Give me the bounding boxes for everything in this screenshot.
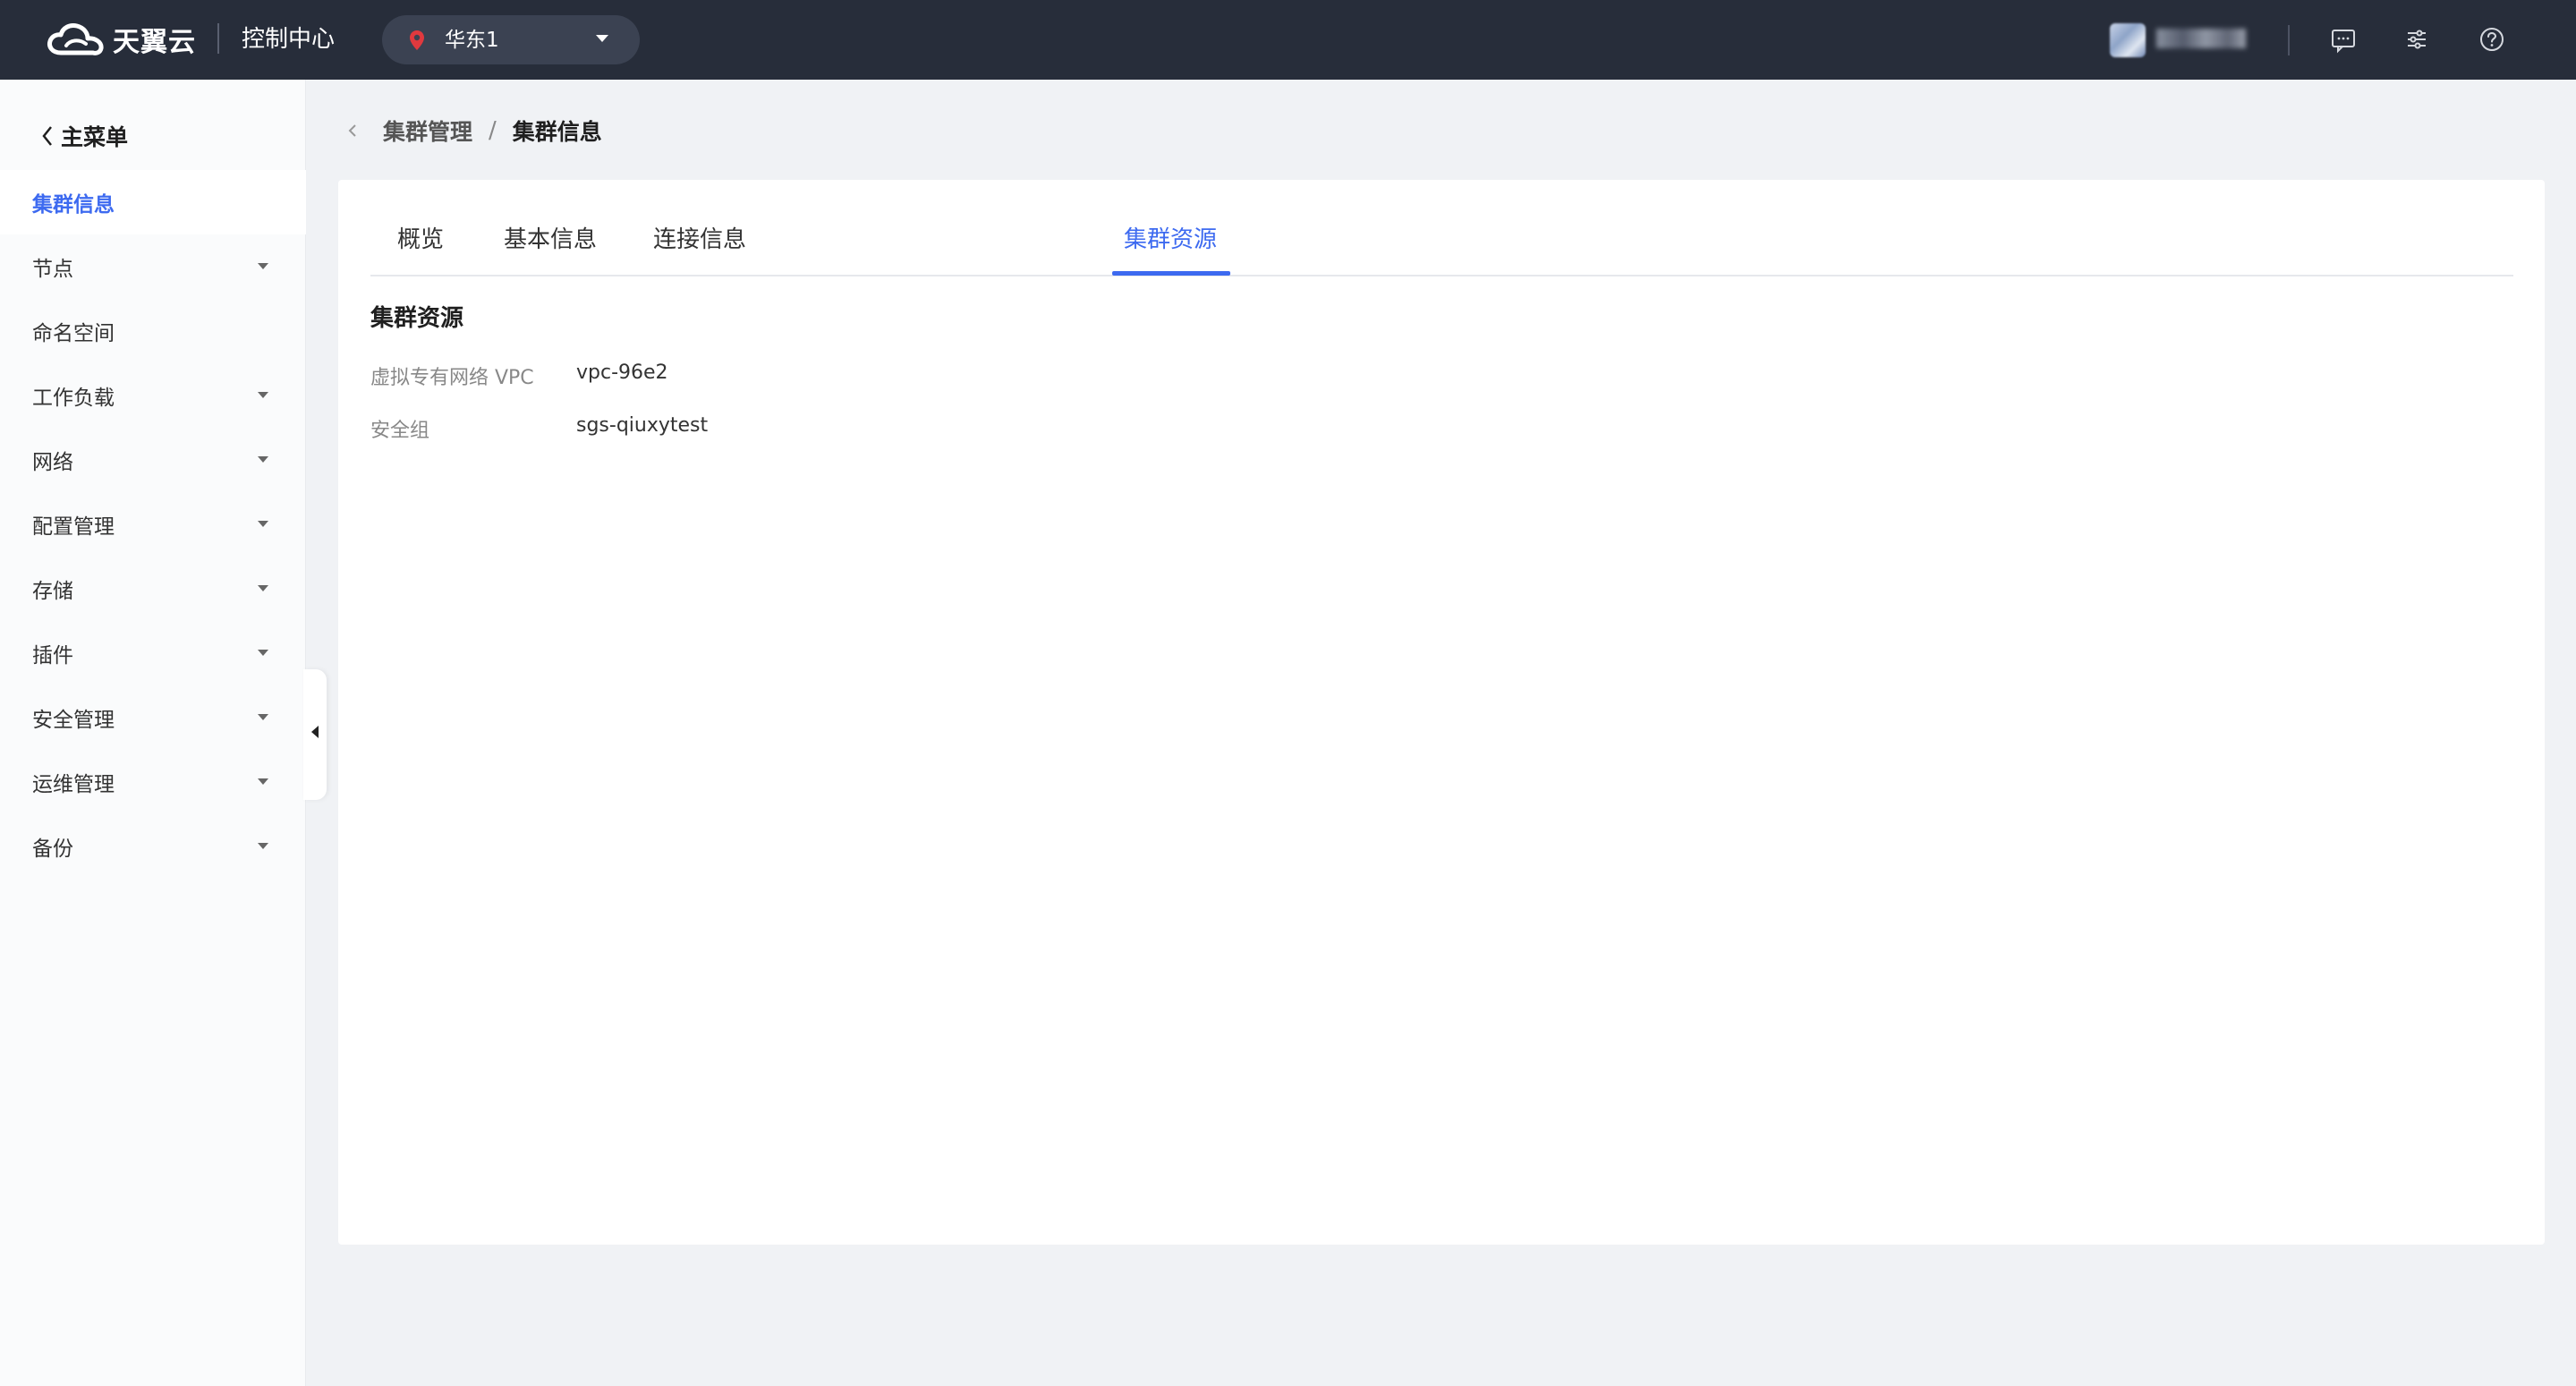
tab-overview[interactable]: 概览 (397, 219, 444, 276)
sidebar-item-workloads[interactable]: 工作负载 (0, 363, 306, 428)
top-divider (2288, 25, 2290, 55)
security-group-label: 安全组 (370, 420, 430, 442)
active-tab-indicator (1112, 271, 1230, 276)
section-title: 集群资源 (370, 305, 464, 332)
caret-down-icon (258, 456, 268, 463)
console-title[interactable]: 控制中心 (242, 23, 335, 55)
security-group-value: sgs-qiuxytest (576, 414, 709, 437)
sidebar-item-label: 工作负载 (32, 387, 115, 410)
caret-down-icon (258, 778, 268, 785)
caret-down-icon (258, 521, 268, 527)
sidebar-item-label: 存储 (32, 580, 73, 603)
caret-down-icon (258, 392, 268, 398)
breadcrumb-parent[interactable]: 集群管理 (383, 115, 472, 147)
sidebar: 主菜单 集群信息 节点 命名空间 工作负载 网络 配置管理 存储 插件 安全管理… (0, 80, 306, 1386)
location-pin-icon (410, 30, 424, 50)
brand-logo[interactable]: 天翼云 (47, 18, 196, 61)
chevron-left-icon[interactable] (345, 120, 360, 141)
help-icon[interactable] (2476, 23, 2508, 55)
sidebar-item-ops[interactable]: 运维管理 (0, 750, 306, 814)
user-name-redacted[interactable] (2156, 29, 2246, 48)
caret-down-icon (258, 585, 268, 591)
tab-bar: 概览 基本信息 连接信息 集群资源 (370, 219, 2513, 276)
tab-cluster-resources[interactable]: 集群资源 (1124, 219, 1217, 276)
caret-down-icon (258, 650, 268, 656)
sidebar-item-security[interactable]: 安全管理 (0, 685, 306, 750)
chevron-left-icon (42, 126, 52, 146)
breadcrumb-current: 集群信息 (512, 119, 602, 145)
caret-down-icon (258, 263, 268, 269)
tab-connection-info[interactable]: 连接信息 (653, 219, 746, 276)
sidebar-item-label: 配置管理 (32, 515, 115, 539)
back-menu-label: 主菜单 (61, 124, 129, 150)
region-label: 华东1 (445, 29, 499, 52)
caret-down-icon (258, 714, 268, 720)
back-to-main-menu-button[interactable]: 主菜单 (39, 114, 128, 158)
content-card: 概览 基本信息 连接信息 集群资源 集群资源 虚拟专有网络 VPC vpc-96… (338, 180, 2545, 1245)
sidebar-item-label: 网络 (32, 451, 73, 474)
sidebar-item-label: 插件 (32, 644, 73, 667)
vpc-value: vpc-96e2 (576, 361, 668, 384)
top-navigation-bar: 天翼云 控制中心 华东1 (0, 0, 2576, 80)
sidebar-item-cluster-info[interactable]: 集群信息 (0, 170, 306, 234)
user-avatar[interactable] (2110, 23, 2146, 57)
sidebar-item-label: 节点 (32, 258, 73, 281)
caret-down-icon (258, 843, 268, 849)
region-select[interactable]: 华东1 (382, 15, 640, 64)
sidebar-item-network[interactable]: 网络 (0, 428, 306, 492)
sidebar-item-label: 运维管理 (32, 773, 115, 796)
breadcrumb: 集群管理 / 集群信息 (345, 111, 602, 150)
sidebar-item-nodes[interactable]: 节点 (0, 234, 306, 299)
brand-name: 天翼云 (113, 27, 196, 58)
sidebar-item-namespace[interactable]: 命名空间 (0, 299, 306, 363)
message-icon[interactable] (2327, 23, 2359, 55)
tab-basic-info[interactable]: 基本信息 (504, 219, 597, 276)
sidebar-item-label: 安全管理 (32, 709, 115, 732)
logo-divider (217, 23, 219, 54)
chevron-down-icon (596, 35, 608, 42)
sidebar-collapse-button[interactable] (303, 669, 327, 800)
settings-sliders-icon[interactable] (2401, 23, 2433, 55)
sidebar-item-storage[interactable]: 存储 (0, 557, 306, 621)
sidebar-item-plugins[interactable]: 插件 (0, 621, 306, 685)
sidebar-item-label: 命名空间 (32, 322, 115, 345)
sidebar-item-label: 备份 (32, 838, 73, 861)
sidebar-item-backup[interactable]: 备份 (0, 814, 306, 879)
sidebar-item-config-management[interactable]: 配置管理 (0, 492, 306, 557)
cloud-logo-icon (47, 23, 104, 55)
vpc-label: 虚拟专有网络 VPC (370, 367, 534, 389)
breadcrumb-separator: / (489, 117, 497, 144)
caret-left-icon (311, 726, 319, 738)
sidebar-item-label: 集群信息 (32, 193, 115, 217)
